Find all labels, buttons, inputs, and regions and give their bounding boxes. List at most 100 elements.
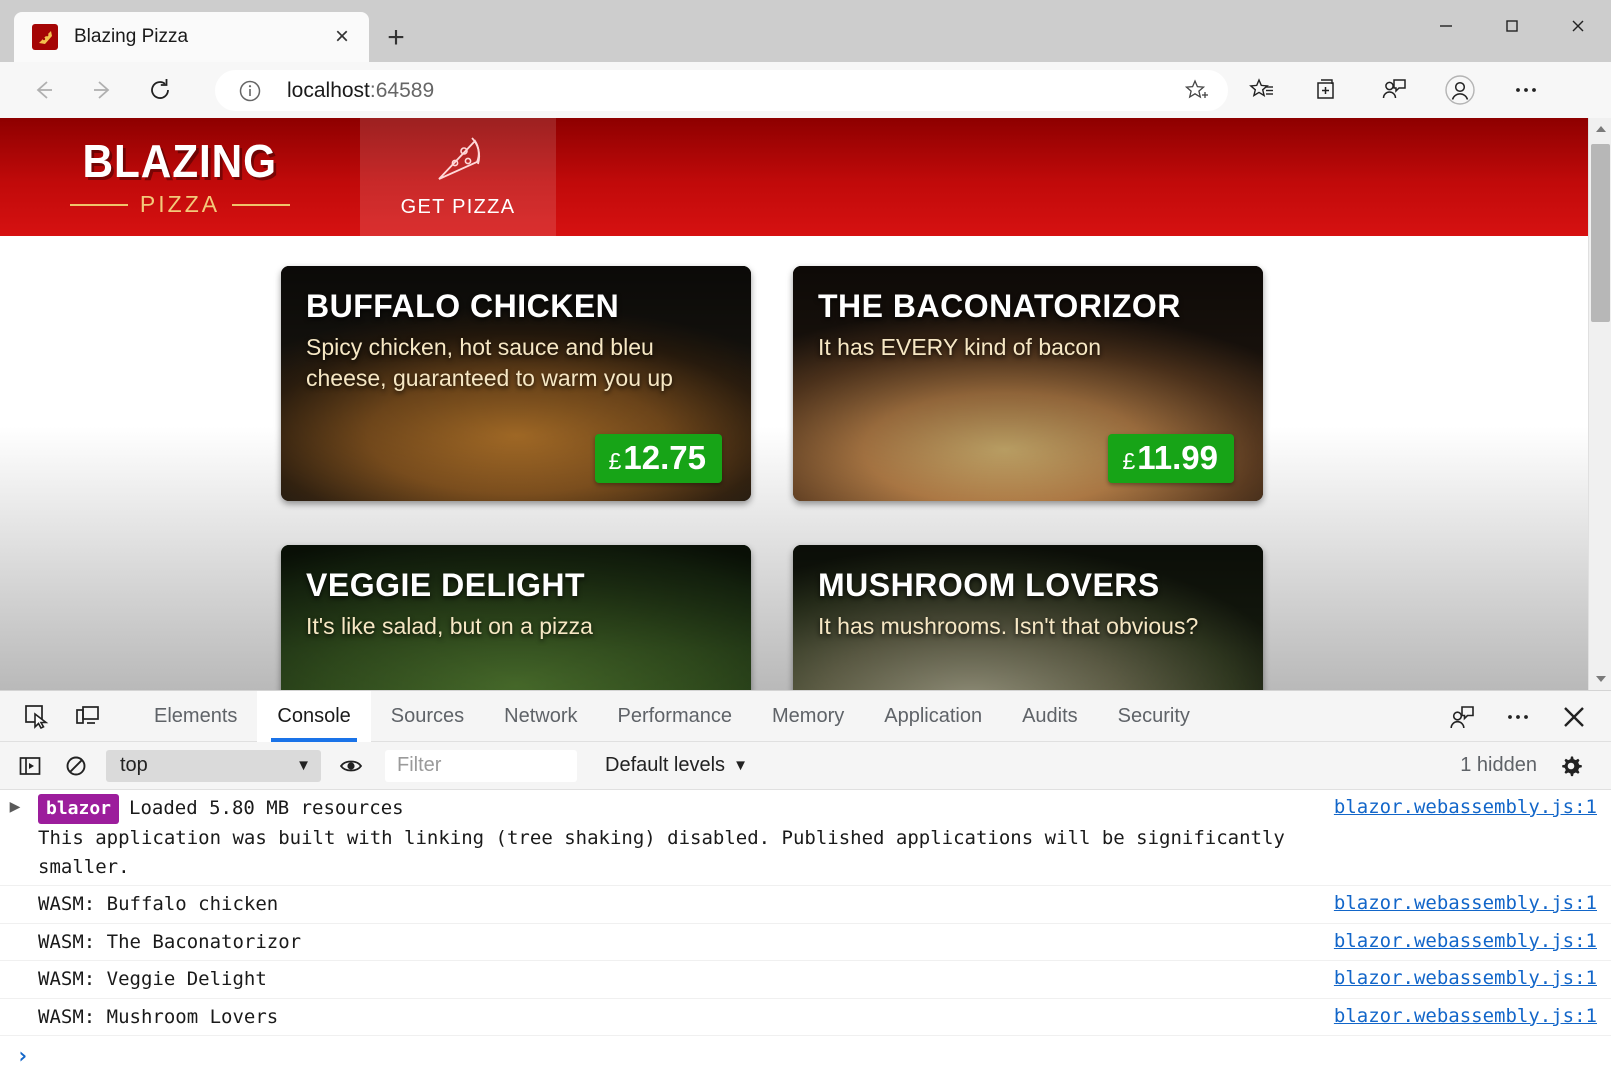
execution-context-select[interactable]: top ▼ bbox=[106, 749, 321, 782]
console-source-link[interactable]: blazor.webassembly.js:1 bbox=[1334, 890, 1597, 914]
back-arrow-icon[interactable] bbox=[20, 66, 68, 114]
console-message-line: blazor Loaded 5.80 MB resources bbox=[38, 794, 404, 824]
prompt-chevron-icon: › bbox=[16, 1044, 30, 1069]
pizza-card[interactable]: MUSHROOM LOVERS It has mushrooms. Isn't … bbox=[793, 545, 1263, 690]
page-viewport: BLAZING PIZZA GET PIZZA BUFFALO CHICKEN … bbox=[0, 118, 1611, 690]
pizza-card[interactable]: VEGGIE DELIGHT It's like salad, but on a… bbox=[281, 545, 751, 690]
pizza-price: £11.99 bbox=[1108, 434, 1234, 483]
favorites-icon[interactable] bbox=[1240, 70, 1284, 110]
chevron-down-icon: ▼ bbox=[296, 757, 311, 774]
pizza-title: MUSHROOM LOVERS bbox=[818, 567, 1160, 603]
close-tab-icon[interactable]: × bbox=[325, 20, 359, 54]
console-source-link[interactable]: blazor.webassembly.js:1 bbox=[1334, 965, 1597, 989]
site-info-icon[interactable] bbox=[237, 78, 263, 104]
tab-console-label: Console bbox=[277, 704, 351, 727]
tab-audits[interactable]: Audits bbox=[1002, 691, 1098, 742]
close-button[interactable] bbox=[1545, 0, 1611, 52]
tab-security[interactable]: Security bbox=[1098, 691, 1210, 742]
console-message-body: blazor Loaded 5.80 MB resources This appl… bbox=[30, 794, 1334, 881]
scroll-up-icon[interactable] bbox=[1589, 118, 1611, 140]
pizza-card[interactable]: BUFFALO CHICKEN Spicy chicken, hot sauce… bbox=[281, 266, 751, 501]
console-source-link[interactable]: blazor.webassembly.js:1 bbox=[1334, 928, 1597, 952]
console-prompt[interactable]: › bbox=[0, 1036, 1611, 1077]
chevron-down-icon: ▼ bbox=[733, 757, 748, 774]
inspect-element-icon[interactable] bbox=[14, 694, 58, 738]
tab-elements-label: Elements bbox=[154, 704, 238, 727]
tab-memory[interactable]: Memory bbox=[752, 691, 864, 742]
add-favorite-icon[interactable] bbox=[1178, 72, 1216, 110]
devtools-tab-list: Elements Console Sources Network Perform… bbox=[134, 690, 1210, 742]
console-message[interactable]: WASM: Veggie Delight blazor.webassembly.… bbox=[0, 961, 1611, 999]
address-bar[interactable]: localhost:64589 bbox=[215, 70, 1228, 111]
logo-blazing-text: BLAZING bbox=[82, 135, 278, 187]
devtools-tabbar: Elements Console Sources Network Perform… bbox=[0, 690, 1611, 742]
site-header: BLAZING PIZZA GET PIZZA bbox=[0, 118, 1611, 258]
console-settings-icon[interactable] bbox=[1551, 746, 1591, 786]
console-message[interactable]: ▶ blazor Loaded 5.80 MB resources This ap… bbox=[0, 790, 1611, 886]
browser-toolbar: localhost:64589 bbox=[0, 62, 1611, 118]
pizza-card[interactable]: THE BACONATORIZOR It has EVERY kind of b… bbox=[793, 266, 1263, 501]
blazor-badge: blazor bbox=[38, 794, 120, 824]
site-logo[interactable]: BLAZING PIZZA bbox=[0, 118, 360, 236]
log-levels-dropdown[interactable]: Default levels ▼ bbox=[605, 754, 748, 777]
logo-rule-right bbox=[232, 203, 291, 206]
device-emulation-icon[interactable] bbox=[66, 694, 110, 738]
tab-network[interactable]: Network bbox=[484, 691, 597, 742]
expand-arrow-icon[interactable]: ▶ bbox=[0, 794, 30, 815]
window-titlebar: Blazing Pizza × + bbox=[0, 0, 1611, 62]
pizza-title: VEGGIE DELIGHT bbox=[306, 567, 586, 603]
settings-more-icon[interactable] bbox=[1504, 70, 1548, 110]
scrollbar-thumb[interactable] bbox=[1591, 144, 1610, 322]
page-body: BUFFALO CHICKEN Spicy chicken, hot sauce… bbox=[0, 236, 1611, 690]
console-source-link[interactable]: blazor.webassembly.js:1 bbox=[1334, 1003, 1597, 1027]
hidden-messages-count[interactable]: 1 hidden bbox=[1460, 754, 1537, 777]
new-tab-button[interactable]: + bbox=[378, 20, 414, 56]
console-sidebar-icon[interactable] bbox=[10, 746, 50, 786]
tab-elements[interactable]: Elements bbox=[134, 691, 257, 742]
close-devtools-icon[interactable] bbox=[1551, 694, 1597, 740]
window-controls bbox=[1413, 0, 1611, 52]
devtools-panel: Elements Console Sources Network Perform… bbox=[0, 690, 1611, 1086]
console-message-body: WASM: Veggie Delight bbox=[30, 965, 1334, 994]
tab-application[interactable]: Application bbox=[864, 691, 1002, 742]
more-tools-icon[interactable] bbox=[1495, 694, 1541, 740]
pizza-description: It has EVERY kind of bacon bbox=[818, 334, 1101, 360]
live-expression-icon[interactable] bbox=[331, 746, 371, 786]
tab-performance[interactable]: Performance bbox=[598, 691, 753, 742]
currency-symbol: £ bbox=[608, 448, 622, 474]
log-levels-label: Default levels bbox=[605, 754, 726, 776]
reload-icon[interactable] bbox=[136, 66, 184, 114]
tab-sources-label: Sources bbox=[390, 704, 465, 727]
profile-icon[interactable] bbox=[1438, 70, 1482, 110]
pizza-slice-icon bbox=[32, 24, 58, 50]
console-output[interactable]: ▶ blazor Loaded 5.80 MB resources This ap… bbox=[0, 790, 1611, 1086]
pizza-price: £12.75 bbox=[594, 434, 722, 483]
logo-pizza-row: PIZZA bbox=[70, 193, 291, 216]
maximize-button[interactable] bbox=[1479, 0, 1545, 52]
tab-sources[interactable]: Sources bbox=[371, 691, 484, 742]
tab-performance-label: Performance bbox=[617, 704, 733, 727]
collections-icon[interactable] bbox=[1306, 70, 1350, 110]
nav-item-get-pizza[interactable]: GET PIZZA bbox=[360, 118, 556, 258]
console-message-body: WASM: Mushroom Lovers bbox=[30, 1003, 1334, 1032]
console-filter-placeholder: Filter bbox=[397, 754, 442, 776]
console-message[interactable]: WASM: Mushroom Lovers blazor.webassembly… bbox=[0, 999, 1611, 1036]
console-source-link[interactable]: blazor.webassembly.js:1 bbox=[1334, 794, 1597, 818]
feedback-icon[interactable] bbox=[1439, 694, 1485, 740]
forward-arrow-icon[interactable] bbox=[78, 66, 126, 114]
tab-network-label: Network bbox=[504, 704, 578, 727]
pizza-description: Spicy chicken, hot sauce and bleu cheese… bbox=[306, 334, 673, 392]
minimize-button[interactable] bbox=[1413, 0, 1479, 52]
browser-tab[interactable]: Blazing Pizza × bbox=[14, 12, 369, 62]
clear-console-icon[interactable] bbox=[56, 746, 96, 786]
scroll-down-icon[interactable] bbox=[1589, 668, 1611, 690]
console-message[interactable]: WASM: The Baconatorizor blazor.webassemb… bbox=[0, 924, 1611, 961]
tab-console[interactable]: Console bbox=[257, 690, 371, 742]
feedback-icon[interactable] bbox=[1372, 70, 1416, 110]
console-filter-input[interactable]: Filter bbox=[385, 749, 577, 782]
page-scrollbar[interactable] bbox=[1588, 118, 1611, 690]
tab-application-label: Application bbox=[884, 704, 983, 727]
expand-arrow-icon bbox=[0, 1003, 30, 1007]
console-message[interactable]: WASM: Buffalo chicken blazor.webassembly… bbox=[0, 886, 1611, 924]
console-message-body: WASM: The Baconatorizor bbox=[30, 928, 1334, 957]
